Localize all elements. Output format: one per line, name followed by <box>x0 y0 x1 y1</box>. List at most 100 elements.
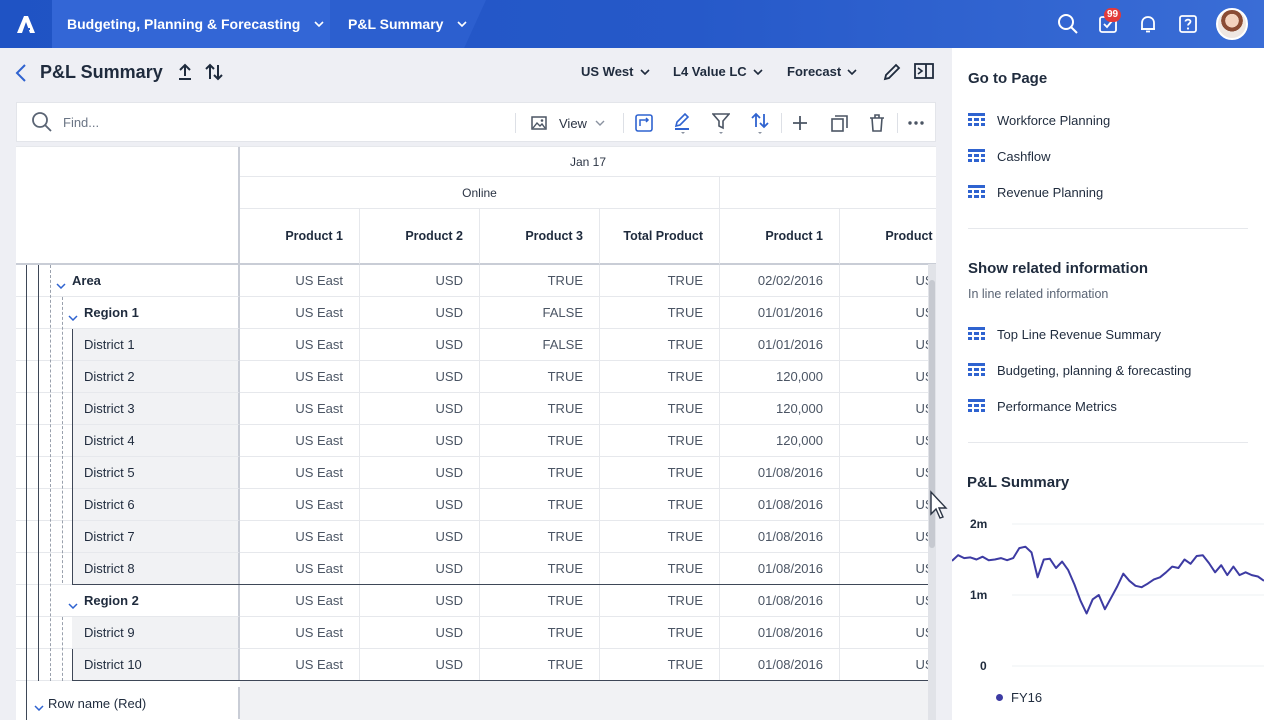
grid-cell[interactable]: US East <box>240 393 360 425</box>
value-dropdown[interactable]: L4 Value LC <box>673 64 763 79</box>
grid-cell[interactable]: USD <box>360 649 480 681</box>
grid-cell[interactable]: TRUE <box>480 585 600 617</box>
page-switcher[interactable]: P&L Summary <box>330 0 486 48</box>
grid-cell[interactable]: USD <box>360 617 480 649</box>
grid-cell[interactable]: USD <box>840 329 936 361</box>
grid-cell[interactable]: TRUE <box>600 585 720 617</box>
grid-cell[interactable]: 01/08/2016 <box>720 489 840 521</box>
grid-cell[interactable]: TRUE <box>480 489 600 521</box>
grid-cell[interactable]: TRUE <box>600 553 720 585</box>
chevron-down-icon[interactable] <box>68 597 78 612</box>
chevron-down-icon[interactable] <box>68 309 78 324</box>
row-label-footer[interactable]: Row name (Red) <box>16 687 240 719</box>
grid-cell[interactable]: 01/08/2016 <box>720 617 840 649</box>
region-dropdown[interactable]: US West <box>581 64 650 79</box>
grid-cell[interactable]: USD <box>840 553 936 585</box>
grid-cell[interactable]: 120,000 <box>720 425 840 457</box>
grid-cell[interactable]: 01/01/2016 <box>720 297 840 329</box>
grid-cell[interactable]: US East <box>240 297 360 329</box>
copy-icon[interactable] <box>831 113 848 133</box>
grid-cell[interactable]: USD <box>840 297 936 329</box>
grid-cell[interactable]: US East <box>240 361 360 393</box>
panel-page-link[interactable]: Revenue Planning <box>968 182 1103 202</box>
grid-cell[interactable]: 01/01/2016 <box>720 329 840 361</box>
more-icon[interactable] <box>908 113 924 133</box>
grid-cell[interactable]: 01/08/2016 <box>720 553 840 585</box>
trash-icon[interactable] <box>869 113 885 133</box>
anaplan-logo[interactable] <box>0 0 52 48</box>
column-header[interactable]: Product 2 <box>840 209 936 265</box>
grid-cell[interactable]: TRUE <box>480 649 600 681</box>
column-header[interactable]: Product 3 <box>480 209 600 265</box>
grid-cell[interactable]: USD <box>360 329 480 361</box>
grid-cell[interactable]: USD <box>840 425 936 457</box>
chevron-down-icon[interactable] <box>34 699 44 714</box>
bell-icon[interactable] <box>1136 12 1160 36</box>
grid-cell[interactable]: TRUE <box>600 617 720 649</box>
panel-page-link[interactable]: Top Line Revenue Summary <box>968 324 1161 344</box>
grid-cell[interactable]: TRUE <box>480 425 600 457</box>
grid-cell[interactable]: TRUE <box>600 297 720 329</box>
pivot-icon[interactable] <box>635 113 653 133</box>
sort-icon[interactable] <box>751 112 769 134</box>
grid-cell[interactable]: 01/08/2016 <box>720 521 840 553</box>
grid-cell[interactable]: US East <box>240 617 360 649</box>
grid-cell[interactable]: USD <box>360 489 480 521</box>
column-header[interactable]: Product 1 <box>240 209 360 265</box>
grid-cell[interactable]: USD <box>840 361 936 393</box>
grid-cell[interactable]: FALSE <box>480 297 600 329</box>
grid-cell[interactable]: TRUE <box>600 457 720 489</box>
grid-cell[interactable]: TRUE <box>600 393 720 425</box>
grid-cell[interactable]: US East <box>240 649 360 681</box>
help-icon[interactable] <box>1176 12 1200 36</box>
grid-cell[interactable]: TRUE <box>600 649 720 681</box>
grid-cell[interactable]: US East <box>240 329 360 361</box>
panel-page-link[interactable]: Workforce Planning <box>968 110 1110 130</box>
grid-cell[interactable]: US East <box>240 553 360 585</box>
app-switcher[interactable]: Budgeting, Planning & Forecasting <box>52 0 330 48</box>
grid-cell[interactable]: 01/08/2016 <box>720 649 840 681</box>
grid-cell[interactable]: 01/08/2016 <box>720 585 840 617</box>
grid-cell[interactable]: 120,000 <box>720 393 840 425</box>
panel-page-link[interactable]: Cashflow <box>968 146 1050 166</box>
grid-cell[interactable]: 02/02/2016 <box>720 265 840 297</box>
grid-cell[interactable]: USD <box>360 297 480 329</box>
grid-cell[interactable]: US East <box>240 265 360 297</box>
grid-cell[interactable]: TRUE <box>600 265 720 297</box>
grid-cell[interactable]: USD <box>840 649 936 681</box>
grid-cell[interactable]: TRUE <box>600 425 720 457</box>
grid-cell[interactable]: USD <box>840 457 936 489</box>
search-icon[interactable] <box>1056 12 1080 36</box>
grid-cell[interactable]: 120,000 <box>720 361 840 393</box>
grid-cell[interactable]: USD <box>360 425 480 457</box>
grid-cell[interactable]: USD <box>840 617 936 649</box>
grid-cell[interactable]: USD <box>840 393 936 425</box>
grid-cell[interactable]: TRUE <box>480 393 600 425</box>
grid-cell[interactable]: USD <box>360 457 480 489</box>
grid-cell[interactable]: TRUE <box>480 457 600 489</box>
grid-cell[interactable]: USD <box>360 553 480 585</box>
grid-cell[interactable]: TRUE <box>480 553 600 585</box>
grid-cell[interactable]: US East <box>240 585 360 617</box>
grid-cell[interactable]: USD <box>360 521 480 553</box>
grid-cell[interactable]: TRUE <box>480 521 600 553</box>
add-icon[interactable] <box>792 113 808 133</box>
pencil-icon[interactable] <box>882 62 902 87</box>
column-header[interactable]: Product 2 <box>360 209 480 265</box>
find-input[interactable]: Find... <box>63 115 99 130</box>
grid-cell[interactable]: 01/08/2016 <box>720 457 840 489</box>
export-icon[interactable] <box>176 62 194 87</box>
grid-cell[interactable]: TRUE <box>480 265 600 297</box>
grid-cell[interactable]: TRUE <box>600 521 720 553</box>
grid-cell[interactable]: USD <box>840 585 936 617</box>
chevron-down-icon[interactable] <box>56 277 66 292</box>
panel-toggle-icon[interactable] <box>914 62 934 85</box>
grid-cell[interactable]: USD <box>360 393 480 425</box>
grid-cell[interactable]: FALSE <box>480 329 600 361</box>
filter-icon[interactable] <box>712 113 730 134</box>
view-selector[interactable]: View <box>531 113 605 133</box>
column-header[interactable]: Product 1 <box>720 209 840 265</box>
grid-cell[interactable]: US East <box>240 521 360 553</box>
grid-cell[interactable]: USD <box>360 361 480 393</box>
grid-cell[interactable]: TRUE <box>600 361 720 393</box>
